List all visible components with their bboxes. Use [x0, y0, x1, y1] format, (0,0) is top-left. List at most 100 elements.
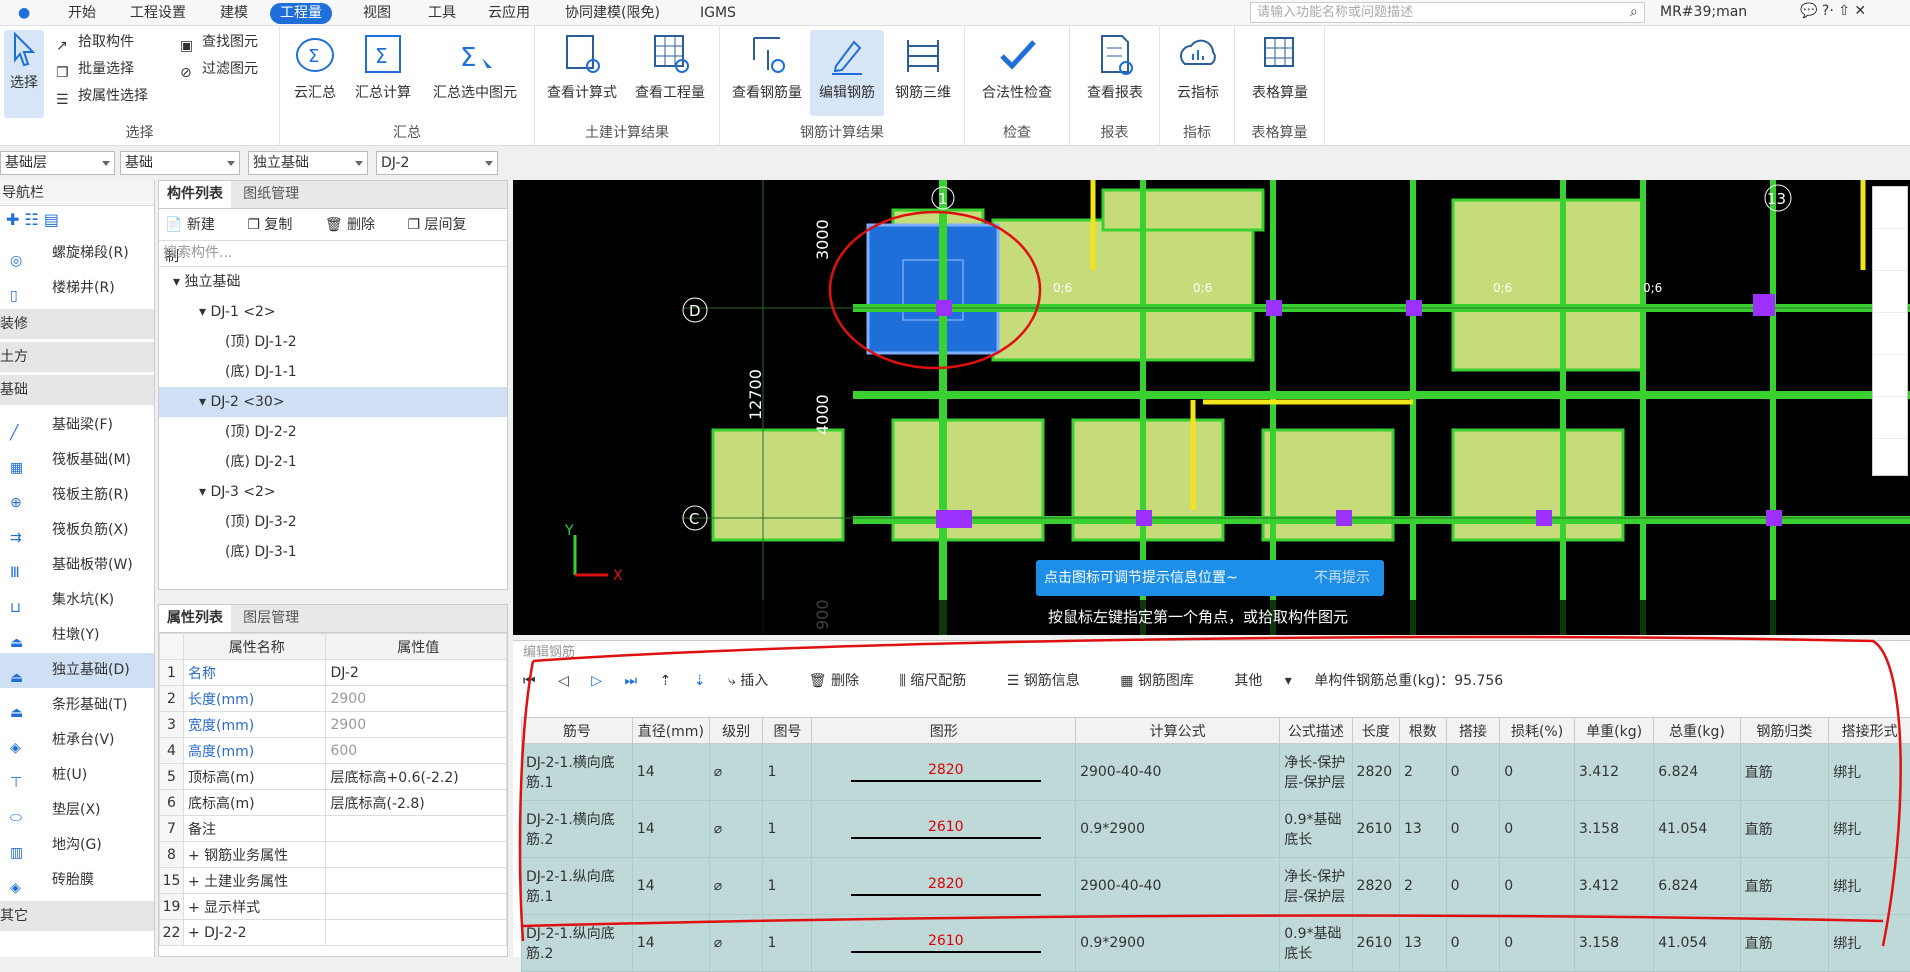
- menu-modeling[interactable]: 建模: [210, 3, 258, 24]
- property-row[interactable]: 4高度(mm)600: [160, 738, 507, 764]
- nav-cat-decoration[interactable]: 装修: [0, 309, 154, 339]
- function-search-input[interactable]: 请输入功能名称或问题描述: [1250, 2, 1645, 23]
- menu-cloud[interactable]: 云应用: [478, 3, 540, 24]
- rebar-cell[interactable]: 0.9*基础底长: [1280, 801, 1352, 858]
- rebar-cell[interactable]: 0.9*2900: [1076, 801, 1280, 858]
- property-row[interactable]: 22+ DJ-2-2: [160, 920, 507, 946]
- tree-item[interactable]: ▾ 独立基础: [159, 267, 507, 297]
- cube-icon[interactable]: [1873, 229, 1907, 271]
- rebar-cell[interactable]: DJ-2-1.横向底筋.1: [522, 744, 633, 801]
- rebar-column-header[interactable]: 长度: [1352, 718, 1399, 744]
- menu-start[interactable]: 开始: [58, 3, 106, 24]
- rebar-cell[interactable]: 直筋: [1740, 858, 1829, 915]
- rebar-cell[interactable]: 0: [1500, 744, 1575, 801]
- property-row[interactable]: 6底标高(m)层底标高(-2.8): [160, 790, 507, 816]
- rebar-cell[interactable]: ⌀: [709, 858, 763, 915]
- move-up-icon[interactable]: ⇡: [660, 673, 672, 689]
- rebar-column-header[interactable]: 直径(mm): [632, 718, 709, 744]
- rebar-cell[interactable]: 14: [632, 915, 709, 972]
- rebar-cell[interactable]: 2900-40-40: [1076, 858, 1280, 915]
- nav-view-toggle[interactable]: ✚ ☷ ▤: [0, 206, 154, 236]
- property-row[interactable]: 7备注: [160, 816, 507, 842]
- new-component-button[interactable]: 📄 新建: [165, 217, 229, 233]
- nav-item-sump[interactable]: ⊔集水坑(K): [0, 583, 154, 618]
- delete-button[interactable]: 🗑 删除: [325, 217, 389, 233]
- search-icon[interactable]: ⌕: [1630, 4, 1638, 20]
- property-value[interactable]: 2900: [326, 686, 507, 712]
- rebar-cell[interactable]: 2610: [812, 801, 1076, 858]
- rebar-column-header[interactable]: 计算公式: [1076, 718, 1280, 744]
- select-by-property-button[interactable]: ☰按属性选择: [56, 84, 148, 108]
- nav-cat-earthwork[interactable]: 土方: [0, 342, 154, 372]
- rebar-cell[interactable]: DJ-2-1.横向底筋.2: [522, 801, 633, 858]
- delete-rebar-button[interactable]: 🗑 删除: [809, 673, 877, 689]
- nav-item-pile[interactable]: ⊤桩(U): [0, 758, 154, 793]
- rebar-cell[interactable]: 2820: [812, 744, 1076, 801]
- component-select[interactable]: DJ-2: [376, 151, 498, 175]
- nav-item-strip-footing[interactable]: ⏏条形基础(T): [0, 688, 154, 723]
- cube-down-icon[interactable]: [1873, 271, 1907, 313]
- nav-item-trench[interactable]: ▥地沟(G): [0, 828, 154, 863]
- rebar-cell[interactable]: 2820: [812, 858, 1076, 915]
- rebar-cell[interactable]: 1: [763, 915, 812, 972]
- scale-rebar-button[interactable]: ⫼ 缩尺配筋: [899, 673, 984, 689]
- rebar-cell[interactable]: 3.412: [1574, 744, 1653, 801]
- last-record-icon[interactable]: ⏭: [625, 673, 638, 689]
- layer-icon[interactable]: [1873, 355, 1907, 397]
- batch-select-button[interactable]: ❐批量选择: [56, 57, 134, 81]
- rebar-cell[interactable]: 13: [1399, 915, 1446, 972]
- tab-layer-manage[interactable]: 图层管理: [235, 605, 307, 632]
- nav-item-raft[interactable]: ▦筏板基础(M): [0, 443, 154, 478]
- summary-calc-button[interactable]: Σ 汇总计算: [350, 30, 416, 102]
- tree-item[interactable]: (底) DJ-2-1: [159, 447, 507, 477]
- nav-item-pile-cap[interactable]: ◈桩承台(V): [0, 723, 154, 758]
- rebar-cell[interactable]: 直筋: [1740, 915, 1829, 972]
- tab-property-list[interactable]: 属性列表: [159, 605, 231, 632]
- rebar-cell[interactable]: 3.158: [1574, 801, 1653, 858]
- rebar-library-button[interactable]: ▦ 钢筋图库: [1120, 673, 1212, 689]
- property-value[interactable]: [326, 894, 507, 920]
- rebar-cell[interactable]: 2610: [812, 915, 1076, 972]
- view-quantity-button[interactable]: 查看工程量: [627, 30, 713, 102]
- rebar-cell[interactable]: ⌀: [709, 915, 763, 972]
- nav-cat-foundation[interactable]: 基础: [0, 375, 154, 405]
- property-row[interactable]: 19+ 显示样式: [160, 894, 507, 920]
- next-record-icon[interactable]: ▷: [591, 673, 602, 689]
- menu-igms[interactable]: IGMS: [690, 3, 746, 24]
- dismiss-tip-button[interactable]: 不再提示: [1314, 560, 1370, 596]
- rebar-row[interactable]: DJ-2-1.横向底筋.114⌀128202900-40-40净长-保护层-保护…: [522, 744, 1910, 801]
- rebar-cell[interactable]: 绑扎: [1829, 915, 1910, 972]
- rebar-cell[interactable]: 绑扎: [1829, 744, 1910, 801]
- rebar-cell[interactable]: ⌀: [709, 801, 763, 858]
- hint-tooltip[interactable]: 点击图标可调节提示信息位置~ 不再提示: [1036, 560, 1384, 596]
- menu-tools[interactable]: 工具: [418, 3, 466, 24]
- type-select[interactable]: 基础: [120, 151, 240, 175]
- rebar-cell[interactable]: 直筋: [1740, 744, 1829, 801]
- property-row[interactable]: 3宽度(mm)2900: [160, 712, 507, 738]
- property-row[interactable]: 15+ 土建业务属性: [160, 868, 507, 894]
- rebar-cell[interactable]: 0.9*基础底长: [1280, 915, 1352, 972]
- first-record-icon[interactable]: ⏮: [523, 673, 536, 689]
- tree-item[interactable]: (底) DJ-3-1: [159, 537, 507, 567]
- nav-cat-other[interactable]: 其它: [0, 901, 154, 931]
- property-value[interactable]: [326, 868, 507, 894]
- rebar-cell[interactable]: 0: [1446, 801, 1500, 858]
- nav-item-strip[interactable]: Ⅲ基础板带(W): [0, 548, 154, 583]
- rebar-column-header[interactable]: 图号: [763, 718, 812, 744]
- menu-project-settings[interactable]: 工程设置: [120, 3, 196, 24]
- property-value[interactable]: DJ-2: [326, 660, 507, 686]
- tab-component-list[interactable]: 构件列表: [159, 181, 231, 208]
- select-button[interactable]: 选择: [4, 30, 44, 118]
- property-row[interactable]: 1名称DJ-2: [160, 660, 507, 686]
- nav-item-raft-main[interactable]: ⊕筏板主筋(R): [0, 478, 154, 513]
- view-3d-icon[interactable]: [1873, 187, 1907, 229]
- table-quantity-button[interactable]: 表格算量: [1243, 30, 1317, 102]
- rebar-cell[interactable]: 1: [763, 858, 812, 915]
- rebar-column-header[interactable]: 钢筋归类: [1740, 718, 1829, 744]
- rebar-cell[interactable]: 2610: [1352, 915, 1399, 972]
- find-element-button[interactable]: ▣查找图元: [180, 30, 258, 54]
- nav-item-stairwell[interactable]: ▯楼梯井(R): [0, 271, 154, 306]
- property-value[interactable]: [326, 920, 507, 946]
- rebar-cell[interactable]: 3.412: [1574, 858, 1653, 915]
- rebar-cell[interactable]: 净长-保护层-保护层: [1280, 858, 1352, 915]
